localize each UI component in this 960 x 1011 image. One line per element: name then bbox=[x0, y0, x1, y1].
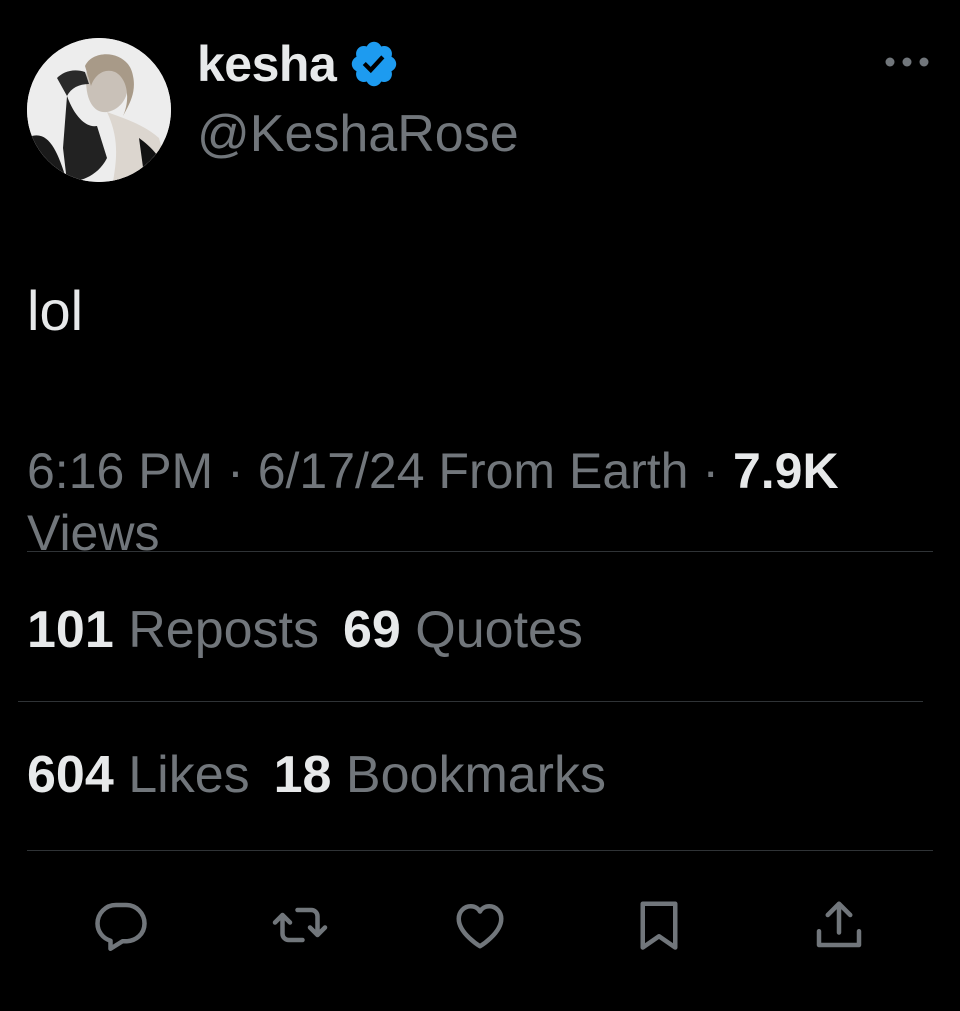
divider bbox=[27, 850, 933, 851]
author-name-row[interactable]: kesha bbox=[197, 32, 400, 96]
quotes-label: Quotes bbox=[415, 601, 583, 659]
engagement-row-1: 101 Reposts 69 Quotes bbox=[27, 600, 583, 660]
reposts-label: Reposts bbox=[128, 601, 319, 659]
meta-separator: · bbox=[702, 443, 720, 499]
share-icon bbox=[816, 901, 862, 948]
reply-button[interactable] bbox=[91, 895, 151, 955]
likes-label: Likes bbox=[128, 746, 250, 804]
bookmark-icon bbox=[640, 901, 678, 950]
views-count[interactable]: 7.9K bbox=[733, 443, 839, 499]
tweet-source: From Earth bbox=[438, 443, 689, 499]
like-icon bbox=[456, 904, 504, 949]
avatar[interactable] bbox=[27, 38, 171, 182]
repost-icon bbox=[272, 907, 328, 943]
bookmarks-label: Bookmarks bbox=[345, 746, 606, 804]
tweet-date[interactable]: 6/17/24 bbox=[258, 443, 425, 499]
bookmarks-count: 18 bbox=[273, 746, 332, 804]
verified-badge-icon[interactable] bbox=[348, 38, 400, 90]
repost-button[interactable] bbox=[270, 895, 330, 955]
quotes-stat[interactable]: 69 Quotes bbox=[343, 601, 583, 659]
action-bar bbox=[0, 895, 960, 955]
likes-stat[interactable]: 604 Likes bbox=[27, 746, 250, 804]
avatar-photo bbox=[27, 38, 171, 182]
engagement-row-2: 604 Likes 18 Bookmarks bbox=[27, 745, 606, 805]
reposts-count: 101 bbox=[27, 601, 114, 659]
more-options-icon[interactable] bbox=[884, 52, 930, 72]
bookmarks-stat[interactable]: 18 Bookmarks bbox=[274, 746, 606, 804]
like-button[interactable] bbox=[450, 895, 510, 955]
views-label[interactable]: Views bbox=[27, 505, 159, 561]
divider bbox=[27, 551, 933, 552]
tweet-time[interactable]: 6:16 PM bbox=[27, 443, 213, 499]
reposts-stat[interactable]: 101 Reposts bbox=[27, 601, 319, 659]
share-button[interactable] bbox=[809, 895, 869, 955]
display-name[interactable]: kesha bbox=[197, 35, 337, 93]
bookmark-button[interactable] bbox=[629, 895, 689, 955]
divider bbox=[18, 701, 923, 702]
tweet-text: lol bbox=[27, 279, 84, 342]
likes-count: 604 bbox=[27, 746, 114, 804]
meta-separator: · bbox=[227, 443, 244, 499]
tweet-meta: 6:16 PM · 6/17/24 From Earth · 7.9K View… bbox=[27, 440, 927, 564]
handle[interactable]: @KeshaRose bbox=[197, 104, 519, 164]
reply-icon bbox=[95, 902, 147, 951]
quotes-count: 69 bbox=[342, 601, 401, 659]
